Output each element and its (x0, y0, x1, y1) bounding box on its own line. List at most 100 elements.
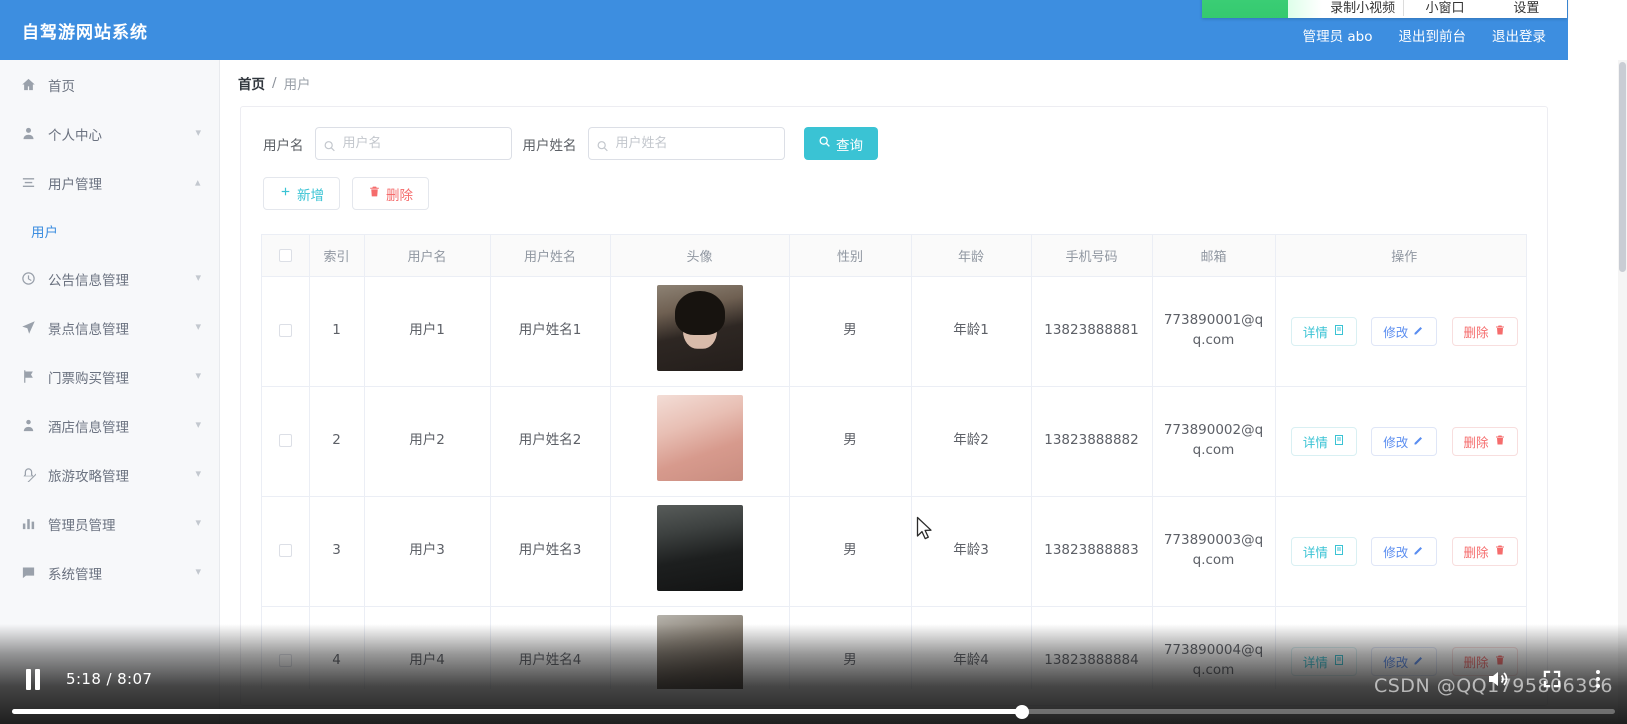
exit-to-frontend-link[interactable]: 退出到前台 (1399, 25, 1467, 45)
cell-index: 2 (309, 386, 365, 497)
edit-button[interactable]: 修改 (1371, 536, 1438, 566)
trash-icon (1494, 544, 1506, 559)
chevron-down-icon: ▾ (195, 467, 201, 480)
cell-phone: 13823888883 (1031, 496, 1153, 607)
row-checkbox[interactable] (278, 323, 292, 337)
avatar[interactable] (656, 504, 743, 591)
recorder-record-video-item[interactable]: 录制小视频 (1322, 0, 1403, 18)
filter-bar: 用户名 用户姓名 (241, 107, 1547, 160)
cell-username: 用户1 (364, 276, 491, 387)
table-row: 3 用户3 用户姓名3 男 年龄3 13823888883 773890003@… (262, 496, 1526, 607)
more-options-icon[interactable] (1595, 668, 1601, 690)
edit-label: 修改 (1383, 544, 1409, 560)
recorder-record-indicator[interactable] (1202, 0, 1288, 18)
detail-button[interactable]: 详情 (1290, 426, 1357, 456)
cell-operations: 详情 修改 删除 (1275, 496, 1526, 607)
select-all-checkbox[interactable] (278, 248, 292, 262)
sidebar-item-label: 旅游攻略管理 (48, 468, 129, 485)
detail-button[interactable]: 详情 (1290, 316, 1357, 346)
volume-icon[interactable] (1485, 667, 1509, 691)
breadcrumb-home[interactable]: 首页 (238, 73, 265, 93)
logout-link[interactable]: 退出登录 (1492, 25, 1546, 45)
sidebar-item-scenic-info-management[interactable]: 景点信息管理 ▾ (0, 303, 219, 352)
search-button[interactable]: 查询 (803, 127, 878, 160)
sidebar-item-travel-guide-management[interactable]: 旅游攻略管理 ▾ (0, 450, 219, 499)
cell-age: 年龄2 (911, 386, 1032, 497)
sidebar-item-home[interactable]: 首页 (0, 60, 219, 109)
delete-button[interactable]: 删除 (352, 177, 429, 210)
pause-button[interactable] (22, 668, 44, 690)
trash-icon (1494, 324, 1506, 339)
cell-phone: 13823888881 (1031, 276, 1153, 387)
trash-icon (368, 185, 381, 202)
page-scrollbar[interactable] (1618, 60, 1627, 724)
sidebar-item-hotel-info-management[interactable]: 酒店信息管理 ▾ (0, 401, 219, 450)
add-button[interactable]: 新增 (263, 177, 340, 210)
recorder-settings-item[interactable]: 设置 (1486, 0, 1567, 18)
sidebar-item-label: 管理员管理 (48, 517, 116, 534)
sidebar-item-announcement-management[interactable]: 公告信息管理 ▾ (0, 254, 219, 303)
sidebar-item-ticket-purchase-management[interactable]: 门票购买管理 ▾ (0, 352, 219, 401)
edit-label: 修改 (1383, 434, 1409, 450)
cell-email: 773890002@qq.com (1152, 386, 1276, 497)
admin-user-link[interactable]: 管理员 abo (1303, 25, 1373, 45)
cell-operations: 详情 修改 删除 (1275, 276, 1526, 387)
player-time-display: 5:18 / 8:07 (66, 670, 153, 688)
player-progress-knob[interactable] (1014, 704, 1029, 719)
cell-index: 1 (309, 276, 365, 387)
detail-button[interactable]: 详情 (1290, 536, 1357, 566)
row-checkbox[interactable] (278, 433, 292, 447)
row-select-cell (262, 496, 310, 607)
pencil-icon (1413, 544, 1425, 559)
column-header-avatar: 头像 (610, 235, 790, 277)
fullscreen-icon[interactable] (1541, 668, 1563, 690)
edit-button[interactable]: 修改 (1371, 426, 1438, 456)
chevron-down-icon: ▾ (195, 271, 201, 284)
user-icon (20, 125, 37, 142)
recorder-small-window-item[interactable]: 小窗口 (1404, 0, 1485, 18)
app-brand-title: 自驾游网站系统 (22, 22, 148, 43)
sidebar-item-label: 公告信息管理 (48, 272, 129, 289)
sidebar-item-label: 门票购买管理 (48, 370, 129, 387)
realname-input[interactable] (587, 127, 785, 160)
bell-off-icon (20, 466, 37, 483)
sidebar-item-system-management[interactable]: 系统管理 ▾ (0, 548, 219, 597)
column-header-gender: 性别 (789, 235, 912, 277)
screen-recorder-toolbar: 录制小视频 小窗口 设置 (1202, 0, 1567, 18)
document-icon (1333, 544, 1345, 559)
document-icon (1333, 434, 1345, 449)
avatar[interactable] (656, 394, 743, 481)
avatar[interactable] (656, 284, 743, 371)
sidebar-subitem-user[interactable]: 用户 (0, 207, 219, 254)
delete-button-label: 删除 (386, 187, 413, 204)
row-delete-button[interactable]: 删除 (1451, 316, 1518, 346)
cell-avatar (610, 496, 790, 607)
cell-avatar (610, 386, 790, 497)
column-header-age: 年龄 (911, 235, 1032, 277)
sidebar-item-personal-center[interactable]: 个人中心 ▾ (0, 109, 219, 158)
row-checkbox[interactable] (278, 543, 292, 557)
realname-filter-label: 用户姓名 (522, 137, 577, 154)
page-scrollbar-thumb[interactable] (1619, 62, 1626, 272)
edit-button[interactable]: 修改 (1371, 316, 1438, 346)
player-progress-bar[interactable] (12, 704, 1615, 719)
row-delete-button[interactable]: 删除 (1451, 536, 1518, 566)
select-all-header (262, 235, 310, 277)
sidebar-item-user-management[interactable]: 用户管理 ▾ (0, 158, 219, 207)
column-header-index: 索引 (309, 235, 365, 277)
username-input-wrap (314, 127, 512, 160)
player-progress-fill (12, 709, 1022, 714)
cell-realname: 用户姓名1 (490, 276, 611, 387)
column-header-operations: 操作 (1275, 235, 1526, 277)
sidebar-item-label: 酒店信息管理 (48, 419, 129, 436)
sidebar-nav: 首页 个人中心 ▾ 用户管理 ▾ 用户 公告信息管理 ▾ 景点信息管理 ▾ 门票… (0, 60, 220, 724)
cell-email: 773890001@qq.com (1152, 276, 1276, 387)
row-select-cell (262, 276, 310, 387)
search-input[interactable] (314, 127, 512, 160)
clock-icon (20, 270, 37, 287)
cell-username: 用户2 (364, 386, 491, 497)
sidebar-item-admin-management[interactable]: 管理员管理 ▾ (0, 499, 219, 548)
row-delete-button[interactable]: 删除 (1451, 426, 1518, 456)
cell-age: 年龄3 (911, 496, 1032, 607)
edit-label: 修改 (1383, 324, 1409, 340)
